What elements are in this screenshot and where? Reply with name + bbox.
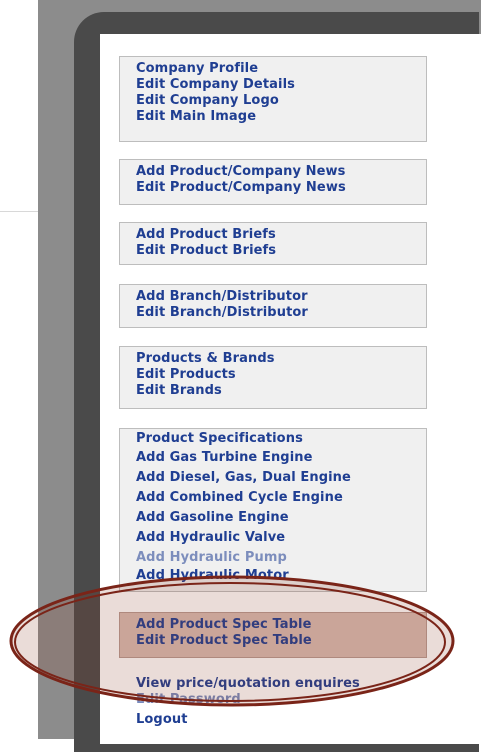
menu-item-add-hydraulic-pump[interactable]: Add Hydraulic Pump — [136, 550, 426, 566]
menu-item-edit-company-details[interactable]: Edit Company Details — [136, 77, 426, 93]
menu-item-add-hydraulic-motor[interactable]: Add Hydraulic Motor — [136, 568, 426, 584]
menu-item-company-profile[interactable]: Company Profile — [136, 61, 426, 77]
menu-item-edit-company-logo[interactable]: Edit Company Logo — [136, 93, 426, 109]
menu-group-products: Products & Brands Edit Products Edit Bra… — [119, 346, 427, 409]
menu-item-edit-branch[interactable]: Edit Branch/Distributor — [136, 305, 426, 321]
menu-group-specifications: Product Specifications Add Gas Turbine E… — [119, 428, 427, 592]
menu-group-company: Company Profile Edit Company Details Edi… — [119, 56, 427, 142]
menu-item-add-news[interactable]: Add Product/Company News — [136, 164, 426, 180]
menu-item-edit-spec-table[interactable]: Edit Product Spec Table — [136, 633, 426, 649]
link-edit-password[interactable]: Edit Password — [136, 692, 360, 707]
menu-item-product-specifications[interactable]: Product Specifications — [136, 431, 426, 447]
menu-group-spec-table: Add Product Spec Table Edit Product Spec… — [119, 612, 427, 658]
menu-group-briefs: Add Product Briefs Edit Product Briefs — [119, 222, 427, 265]
menu-item-products-brands[interactable]: Products & Brands — [136, 351, 426, 367]
menu-item-add-gas-turbine[interactable]: Add Gas Turbine Engine — [136, 450, 426, 466]
menu-item-edit-main-image[interactable]: Edit Main Image — [136, 109, 426, 125]
menu-group-news: Add Product/Company News Edit Product/Co… — [119, 159, 427, 205]
link-logout[interactable]: Logout — [136, 712, 360, 728]
link-view-enquiries[interactable]: View price/quotation enquires — [136, 676, 360, 692]
menu-item-edit-briefs[interactable]: Edit Product Briefs — [136, 243, 426, 259]
menu-group-branch: Add Branch/Distributor Edit Branch/Distr… — [119, 284, 427, 328]
menu-item-add-briefs[interactable]: Add Product Briefs — [136, 227, 426, 243]
menu-item-add-gasoline-engine[interactable]: Add Gasoline Engine — [136, 510, 426, 526]
menu-item-add-spec-table[interactable]: Add Product Spec Table — [136, 617, 426, 633]
menu-item-edit-products[interactable]: Edit Products — [136, 367, 426, 383]
menu-item-add-branch[interactable]: Add Branch/Distributor — [136, 289, 426, 305]
footer-links: View price/quotation enquires Edit Passw… — [136, 676, 360, 728]
menu-item-add-diesel-engine[interactable]: Add Diesel, Gas, Dual Engine — [136, 470, 426, 486]
menu-item-add-combined-cycle[interactable]: Add Combined Cycle Engine — [136, 490, 426, 506]
menu-item-edit-brands[interactable]: Edit Brands — [136, 383, 426, 399]
menu-item-edit-news[interactable]: Edit Product/Company News — [136, 180, 426, 196]
page-background — [0, 0, 38, 739]
menu-item-add-hydraulic-valve[interactable]: Add Hydraulic Valve — [136, 530, 426, 546]
